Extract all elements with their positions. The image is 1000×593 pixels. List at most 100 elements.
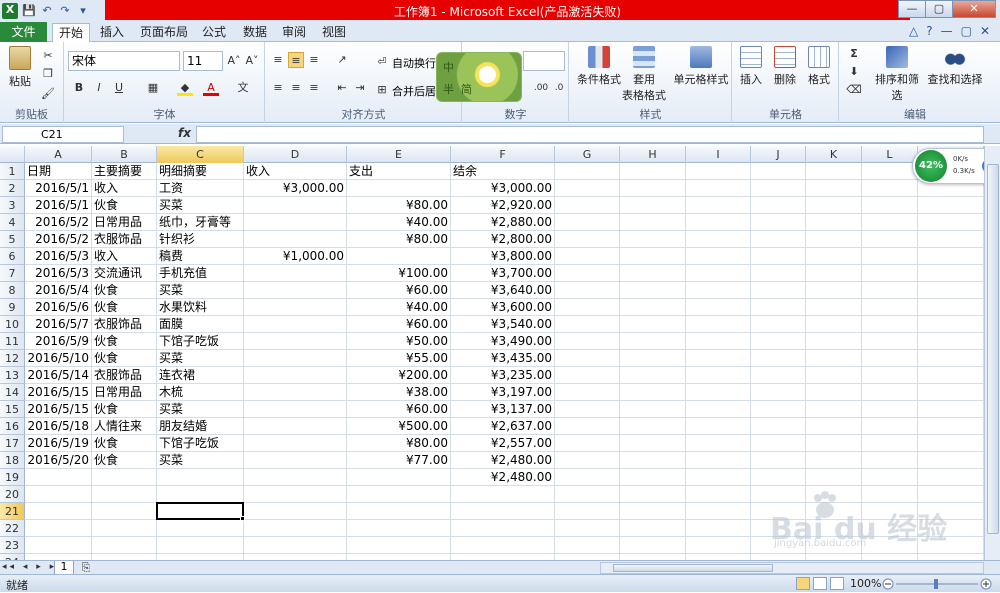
cell-d6[interactable]: ¥1,000.00 — [244, 248, 347, 265]
sheet-tab[interactable]: 1 — [54, 561, 74, 575]
cell-g8[interactable] — [555, 282, 620, 299]
cell-e22[interactable] — [347, 520, 451, 537]
font-grow-icon[interactable]: A˄ — [226, 53, 242, 69]
cell-c17[interactable]: 下馆子吃饭 — [157, 435, 244, 452]
cell-g20[interactable] — [555, 486, 620, 503]
format-cells-button[interactable]: 格式 — [803, 46, 835, 87]
align-right-icon[interactable]: ≡ — [306, 80, 322, 96]
cell-h18[interactable] — [620, 452, 686, 469]
cell-k6[interactable] — [806, 248, 862, 265]
cell-b6[interactable]: 收入 — [92, 248, 157, 265]
cell-k5[interactable] — [806, 231, 862, 248]
cell-j15[interactable] — [751, 401, 806, 418]
cell-k15[interactable] — [806, 401, 862, 418]
cell-h22[interactable] — [620, 520, 686, 537]
cell-j18[interactable] — [751, 452, 806, 469]
tab-data[interactable]: 数据 — [237, 23, 273, 42]
cell-c19[interactable] — [157, 469, 244, 486]
cell-j12[interactable] — [751, 350, 806, 367]
cell-a15[interactable]: 2016/5/15 — [25, 401, 92, 418]
cell-m18[interactable] — [918, 452, 984, 469]
wrap-text-icon[interactable]: ⏎ — [374, 54, 390, 70]
cell-e18[interactable]: ¥77.00 — [347, 452, 451, 469]
cell-j9[interactable] — [751, 299, 806, 316]
cell-g4[interactable] — [555, 214, 620, 231]
cell-b12[interactable]: 伙食 — [92, 350, 157, 367]
cell-j4[interactable] — [751, 214, 806, 231]
fill-icon[interactable]: ⬇ — [846, 64, 862, 80]
row-header-16[interactable]: 16 — [0, 418, 25, 435]
cell-g5[interactable] — [555, 231, 620, 248]
cell-f1[interactable]: 结余 — [451, 163, 555, 180]
cell-a3[interactable]: 2016/5/1 — [25, 197, 92, 214]
tab-page-layout[interactable]: 页面布局 — [134, 23, 194, 42]
column-header-e[interactable]: E — [347, 146, 451, 163]
cell-e19[interactable] — [347, 469, 451, 486]
cell-f9[interactable]: ¥3,600.00 — [451, 299, 555, 316]
cell-h19[interactable] — [620, 469, 686, 486]
cell-k13[interactable] — [806, 367, 862, 384]
insert-function-icon[interactable]: fx — [178, 126, 191, 140]
italic-button[interactable]: I — [91, 80, 107, 96]
cell-e20[interactable] — [347, 486, 451, 503]
font-name-select[interactable]: 宋体 — [68, 51, 180, 71]
cell-g2[interactable] — [555, 180, 620, 197]
cell-l6[interactable] — [862, 248, 918, 265]
cell-c9[interactable]: 水果饮料 — [157, 299, 244, 316]
cell-m16[interactable] — [918, 418, 984, 435]
cell-c10[interactable]: 面膜 — [157, 316, 244, 333]
row-header-9[interactable]: 9 — [0, 299, 25, 316]
cell-m17[interactable] — [918, 435, 984, 452]
cell-c18[interactable]: 买菜 — [157, 452, 244, 469]
cell-m14[interactable] — [918, 384, 984, 401]
cell-m9[interactable] — [918, 299, 984, 316]
cell-j19[interactable] — [751, 469, 806, 486]
cell-c4[interactable]: 纸巾，牙膏等 — [157, 214, 244, 231]
name-box[interactable]: C21 — [2, 126, 124, 143]
cell-b21[interactable] — [92, 503, 157, 520]
row-header-13[interactable]: 13 — [0, 367, 25, 384]
format-as-table-button[interactable]: 套用 表格格式 — [618, 46, 670, 103]
cell-m3[interactable] — [918, 197, 984, 214]
cell-h8[interactable] — [620, 282, 686, 299]
cell-e6[interactable] — [347, 248, 451, 265]
cell-c12[interactable]: 买菜 — [157, 350, 244, 367]
cell-h17[interactable] — [620, 435, 686, 452]
horizontal-scroll-thumb[interactable] — [613, 564, 773, 572]
row-header-17[interactable]: 17 — [0, 435, 25, 452]
cell-l16[interactable] — [862, 418, 918, 435]
cell-h2[interactable] — [620, 180, 686, 197]
cell-c8[interactable]: 买菜 — [157, 282, 244, 299]
paste-button[interactable]: 粘贴 — [6, 46, 34, 89]
cell-d13[interactable] — [244, 367, 347, 384]
cell-a13[interactable]: 2016/5/14 — [25, 367, 92, 384]
format-painter-icon[interactable]: 🖌 — [40, 86, 56, 102]
cell-l14[interactable] — [862, 384, 918, 401]
close-button[interactable]: ✕ — [952, 0, 996, 18]
cell-b22[interactable] — [92, 520, 157, 537]
cell-m4[interactable] — [918, 214, 984, 231]
cell-k16[interactable] — [806, 418, 862, 435]
cell-d1[interactable]: 收入 — [244, 163, 347, 180]
cell-e2[interactable] — [347, 180, 451, 197]
cell-f7[interactable]: ¥3,700.00 — [451, 265, 555, 282]
cell-i12[interactable] — [686, 350, 751, 367]
column-header-f[interactable]: F — [451, 146, 555, 163]
cell-j13[interactable] — [751, 367, 806, 384]
cell-a16[interactable]: 2016/5/18 — [25, 418, 92, 435]
cell-h9[interactable] — [620, 299, 686, 316]
cell-styles-button[interactable]: 单元格样式 — [670, 46, 732, 87]
merge-center-icon[interactable]: ⊞ — [374, 82, 390, 98]
cell-a11[interactable]: 2016/5/9 — [25, 333, 92, 350]
bold-button[interactable]: B — [71, 80, 87, 96]
cell-g7[interactable] — [555, 265, 620, 282]
cell-b20[interactable] — [92, 486, 157, 503]
cell-k9[interactable] — [806, 299, 862, 316]
autosum-icon[interactable]: Σ — [846, 46, 862, 62]
cell-l17[interactable] — [862, 435, 918, 452]
cell-j16[interactable] — [751, 418, 806, 435]
column-header-c[interactable]: C — [157, 146, 244, 163]
cell-j7[interactable] — [751, 265, 806, 282]
cell-m15[interactable] — [918, 401, 984, 418]
find-select-button[interactable]: 查找和选择 — [926, 46, 984, 87]
